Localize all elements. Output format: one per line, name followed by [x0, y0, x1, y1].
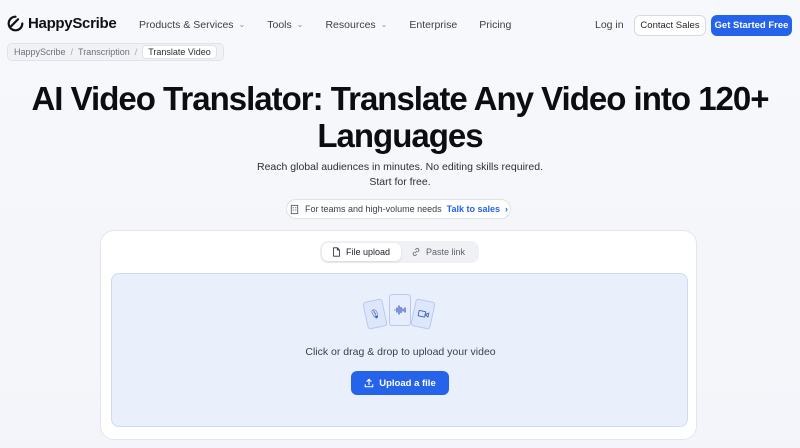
mic-icon: 🎙: [362, 298, 388, 330]
breadcrumb-item-transcription[interactable]: Transcription: [78, 47, 130, 57]
menu-tools[interactable]: Tools ⌄: [267, 19, 303, 31]
breadcrumb-item-home[interactable]: HappyScribe: [14, 47, 66, 57]
tab-label: Paste link: [426, 247, 466, 257]
login-link[interactable]: Log in: [595, 19, 624, 31]
main-menu: Products & Services ⌄ Tools ⌄ Resources …: [139, 19, 533, 31]
page-subtitle: Reach global audiences in minutes. No ed…: [257, 161, 543, 188]
chevron-down-icon: ⌄: [238, 19, 246, 29]
menu-enterprise[interactable]: Enterprise: [409, 19, 457, 31]
building-icon: [290, 204, 299, 214]
menu-label: Enterprise: [409, 19, 458, 31]
link-icon: [412, 248, 420, 256]
get-started-button[interactable]: Get Started Free: [711, 15, 792, 36]
tab-paste-link[interactable]: Paste link: [401, 243, 475, 261]
menu-label: Products & Services: [139, 19, 234, 31]
sales-pill[interactable]: For teams and high-volume needs Talk to …: [286, 199, 511, 219]
dropzone-instructions: Click or drag & drop to upload your vide…: [305, 346, 496, 358]
upload-tabs: File upload Paste link: [320, 241, 479, 263]
upload-card: File upload Paste link 🎙 Click or drag &…: [100, 230, 697, 440]
menu-products-services[interactable]: Products & Services ⌄: [139, 19, 245, 31]
breadcrumb-current: Translate Video: [142, 45, 217, 59]
logo[interactable]: HappyScribe: [7, 15, 117, 32]
talk-to-sales-link[interactable]: Talk to sales: [447, 204, 500, 214]
menu-pricing[interactable]: Pricing: [479, 19, 511, 31]
upload-button-label: Upload a file: [379, 377, 436, 389]
chevron-down-icon: ⌄: [380, 19, 388, 29]
video-icon: [410, 298, 436, 330]
breadcrumb-separator: /: [134, 47, 138, 57]
upload-icon: [364, 378, 374, 388]
upload-file-button[interactable]: Upload a file: [351, 371, 449, 395]
brand-name: HappyScribe: [28, 15, 117, 32]
happyscribe-logo-icon: [7, 15, 24, 32]
pill-text: For teams and high-volume needs: [305, 204, 442, 214]
breadcrumb: HappyScribe / Transcription / Translate …: [7, 43, 224, 61]
chevron-down-icon: ⌄: [296, 19, 304, 29]
menu-resources[interactable]: Resources ⌄: [325, 19, 387, 31]
menu-label: Resources: [325, 19, 376, 31]
tab-file-upload[interactable]: File upload: [322, 243, 401, 261]
file-dropzone[interactable]: 🎙 Click or drag & drop to upload your vi…: [111, 273, 688, 427]
page-title: AI Video Translator: Translate Any Video…: [31, 80, 769, 154]
contact-sales-button[interactable]: Contact Sales: [634, 15, 706, 36]
file-icon: [333, 247, 340, 257]
menu-label: Tools: [267, 19, 292, 31]
breadcrumb-separator: /: [70, 47, 74, 57]
file-illustration: 🎙: [362, 292, 436, 332]
menu-label: Pricing: [479, 19, 512, 31]
audio-wave-icon: [389, 294, 411, 326]
page: HappyScribe Products & Services ⌄ Tools …: [0, 0, 800, 448]
tab-label: File upload: [346, 247, 391, 257]
chevron-right-icon: ›: [504, 204, 508, 214]
